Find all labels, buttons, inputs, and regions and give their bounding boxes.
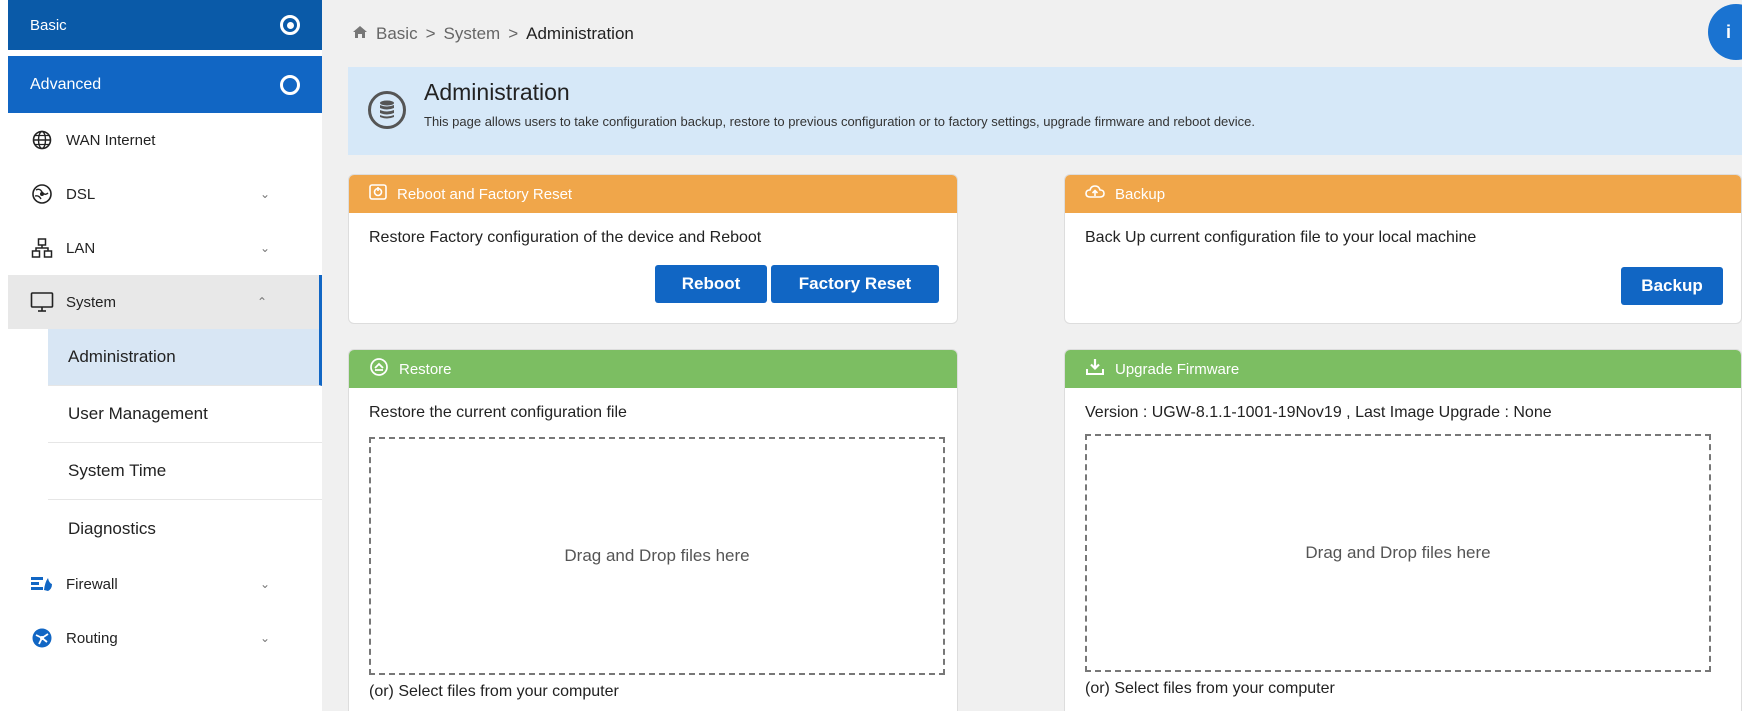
chevron-down-icon[interactable]: ⌄ (260, 577, 270, 591)
mode-basic-label: Basic (30, 16, 67, 34)
sidebar-item-label: Routing (66, 629, 118, 647)
info-button[interactable]: i (1708, 4, 1742, 60)
card-title: Reboot and Factory Reset (397, 185, 573, 203)
factory-reset-button[interactable]: Factory Reset (771, 265, 939, 303)
subnav-item-diagnostics[interactable]: Diagnostics (48, 500, 322, 557)
database-icon (368, 91, 406, 129)
sidebar-item-firewall[interactable]: Firewall ⌄ (8, 557, 322, 611)
card-body: Back Up current configuration file to yo… (1065, 213, 1741, 305)
breadcrumb-item-administration: Administration (526, 24, 634, 43)
page-description: This page allows users to take configura… (424, 114, 1256, 129)
cloud-upload-icon (1085, 184, 1105, 204)
dropzone-label: Drag and Drop files here (1305, 543, 1491, 562)
card-title: Restore (399, 360, 452, 378)
card-description: Restore the current configuration file (369, 404, 627, 421)
breadcrumb-item-system[interactable]: System (444, 24, 501, 44)
subnav-item-label: System Time (68, 461, 167, 480)
globe-icon (30, 128, 54, 152)
breadcrumb-separator: > (425, 24, 436, 43)
sidebar-item-routing[interactable]: Routing ⌄ (8, 611, 322, 665)
backup-card: Backup Back Up current configuration fil… (1064, 174, 1742, 324)
reboot-button[interactable]: Reboot (655, 265, 767, 303)
dropzone-label: Drag and Drop files here (564, 546, 750, 565)
subnav-item-system-time[interactable]: System Time (48, 443, 322, 500)
reset-icon (369, 184, 387, 204)
mode-basic[interactable]: Basic (8, 0, 322, 50)
sidebar-nav: WAN Internet DSL ⌄ LAN ⌄ System ⌃ Admini… (8, 113, 322, 665)
sidebar-item-wan-internet[interactable]: WAN Internet (8, 113, 322, 167)
card-description: Back Up current configuration file to yo… (1085, 229, 1477, 246)
breadcrumb-item-basic[interactable]: Basic (376, 24, 418, 44)
breadcrumb: Basic > System > Administration (352, 24, 634, 44)
subnav-item-label: Diagnostics (68, 518, 156, 538)
sidebar-item-label: DSL (66, 185, 96, 203)
chevron-up-icon[interactable]: ⌃ (257, 295, 267, 309)
sidebar-item-label: Firewall (66, 575, 118, 593)
card-description: Restore Factory configuration of the dev… (369, 229, 762, 246)
firmware-dropzone[interactable]: Drag and Drop files here (1085, 434, 1711, 672)
sidebar-item-label: LAN (66, 239, 96, 257)
main-content: Basic > System > Administration i Admini… (322, 0, 1742, 711)
card-header: Reboot and Factory Reset (349, 175, 957, 213)
mode-advanced[interactable]: Advanced (8, 56, 322, 113)
card-header: Restore (349, 350, 957, 388)
firmware-version: Version : UGW-8.1.1-1001-19Nov19 , Last … (1085, 404, 1514, 421)
backup-button[interactable]: Backup (1621, 267, 1723, 305)
sidebar: Basic Advanced WAN Internet DSL ⌄ LAN ⌄ (0, 0, 322, 711)
firmware-version-text: Version : UGW-8.1.1-1001-19Nov19 , Last … (1085, 404, 1721, 422)
reboot-factory-reset-card: Reboot and Factory Reset Restore Factory… (348, 174, 958, 324)
radio-unselected-icon[interactable] (280, 74, 300, 95)
card-body: Restore the current configuration file D… (349, 388, 957, 711)
mode-advanced-label: Advanced (30, 75, 102, 93)
info-icon: i (1726, 21, 1732, 42)
sidebar-item-system[interactable]: System ⌃ (8, 275, 322, 329)
card-header: Backup (1065, 175, 1741, 213)
chevron-down-icon[interactable]: ⌄ (260, 241, 270, 255)
sidebar-item-dsl[interactable]: DSL ⌄ (8, 167, 322, 221)
page-header-banner: Administration This page allows users to… (348, 67, 1742, 155)
page-title: Administration (424, 79, 570, 105)
restore-icon (369, 357, 389, 381)
select-files-link[interactable]: (or) Select files from your computer (369, 683, 937, 701)
monitor-icon (30, 290, 54, 314)
card-body: Version : UGW-8.1.1-1001-19Nov19 , Last … (1065, 388, 1741, 711)
restore-dropzone[interactable]: Drag and Drop files here (369, 437, 945, 675)
last-image-upgrade-value: None (1513, 404, 1552, 421)
sidebar-item-lan[interactable]: LAN ⌄ (8, 221, 322, 275)
card-title: Upgrade Firmware (1115, 360, 1240, 378)
upgrade-firmware-card: Upgrade Firmware Version : UGW-8.1.1-100… (1064, 349, 1742, 711)
subnav-item-administration[interactable]: Administration (48, 329, 322, 386)
subnav-item-label: Administration (68, 347, 176, 366)
network-icon (30, 236, 54, 260)
download-icon (1085, 358, 1105, 380)
routing-icon (30, 626, 54, 650)
card-header: Upgrade Firmware (1065, 350, 1741, 388)
restore-card: Restore Restore the current configuratio… (348, 349, 958, 711)
sidebar-item-label: System (66, 293, 117, 311)
card-title: Backup (1115, 185, 1166, 203)
card-body: Restore Factory configuration of the dev… (349, 213, 957, 303)
radio-selected-icon[interactable] (280, 15, 300, 35)
sidebar-item-label: WAN Internet (66, 131, 156, 149)
chevron-down-icon[interactable]: ⌄ (260, 631, 270, 645)
globe-network-icon (30, 182, 54, 206)
select-files-link[interactable]: (or) Select files from your computer (1085, 680, 1721, 698)
subnav-item-user-management[interactable]: User Management (48, 386, 322, 443)
subnav-item-label: User Management (68, 404, 208, 423)
firewall-icon (30, 572, 54, 596)
breadcrumb-separator: > (508, 24, 519, 43)
home-icon[interactable] (352, 24, 368, 44)
chevron-down-icon[interactable]: ⌄ (260, 187, 270, 201)
